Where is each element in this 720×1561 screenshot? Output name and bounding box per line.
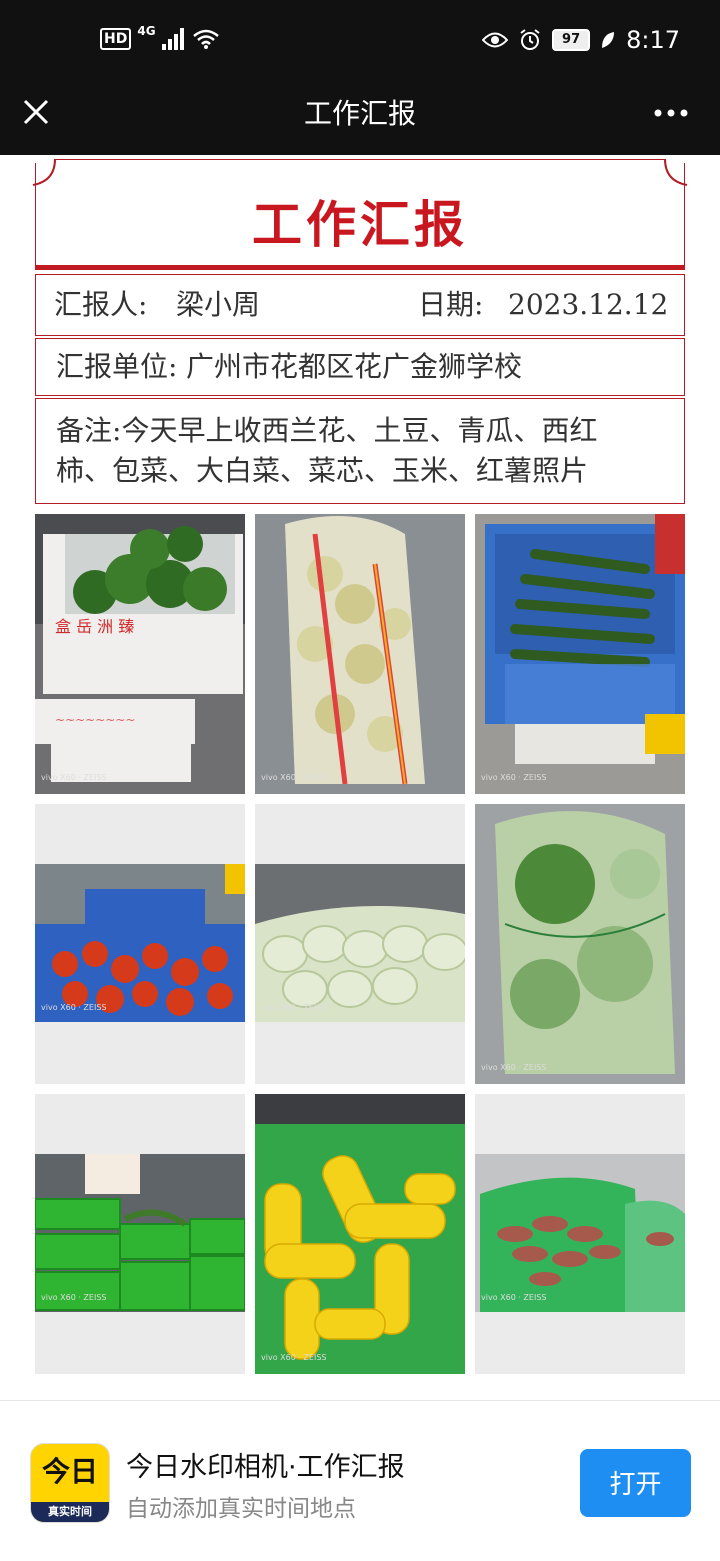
photo-watermark: vivo X60 · ZEISS (261, 1353, 327, 1362)
chinese-cabbage-photo[interactable]: vivo X60 · ZEISS (255, 804, 465, 1084)
photo-watermark: vivo X60 · ZEISS (481, 773, 547, 782)
promo-subtitle: 自动添加真实时间地点 (126, 1496, 356, 1522)
signal-icon (161, 28, 184, 50)
title-divider (35, 265, 685, 270)
sweet-potato-photo[interactable]: vivo X60 · ZEISS (475, 1094, 685, 1374)
report-title: 工作汇报 (252, 195, 468, 254)
title-top-border (55, 159, 665, 160)
app-icon-label: 今日 (41, 1455, 98, 1488)
nav-bar: 工作汇报 (0, 84, 720, 155)
alarm-icon (520, 29, 540, 50)
reporter-name: 梁小周 (176, 288, 261, 321)
more-icon[interactable] (654, 108, 688, 118)
photo-watermark: vivo X60 · ZEISS (261, 1003, 327, 1012)
corn-image (255, 1094, 465, 1374)
cabbage-photo[interactable]: vivo X60 · ZEISS (475, 804, 685, 1084)
remark-text-1: 今天早上收西兰花、土豆、青瓜、西红 (121, 414, 598, 447)
photo-watermark: vivo X60 · ZEISS (41, 1003, 107, 1012)
cucumber-image (475, 514, 685, 794)
choy-sum-photo[interactable]: vivo X60 · ZEISS (35, 1094, 245, 1374)
photo-watermark: vivo X60 · ZEISS (41, 1293, 107, 1302)
svg-text:~~~~~~~~: ~~~~~~~~ (55, 713, 135, 727)
report-date: 2023.12.12 (508, 288, 669, 321)
remark-label: 备注: (56, 414, 122, 447)
unit-name: 广州市花都区花广金狮学校 (186, 350, 523, 383)
unit-label: 汇报单位: (56, 350, 178, 383)
nav-title: 工作汇报 (303, 97, 416, 130)
unit-row: 汇报单位: 广州市花都区花广金狮学校 (35, 338, 685, 396)
sweet-potato-image (475, 1094, 685, 1374)
photo-watermark: vivo X60 · ZEISS (41, 773, 107, 782)
remark-row: 备注:今天早上收西兰花、土豆、青瓜、西红 柿、包菜、大白菜、菜芯、玉米、红薯照片 (35, 398, 685, 504)
photo-watermark: vivo X60 · ZEISS (481, 1063, 547, 1072)
broccoli-photo[interactable]: 盒 岳 洲 臻 ~~~~~~~~ vivo X60 · ZEISS (35, 514, 245, 794)
date-label: 日期: (418, 288, 484, 321)
chinese-cabbage-image (255, 804, 465, 1084)
network-type: 4G (137, 24, 156, 38)
eye-icon (482, 32, 509, 48)
app-promo-bar: 今日 真实时间 今日水印相机·工作汇报 自动添加真实时间地点 打开 (0, 1400, 720, 1561)
photo-watermark: vivo X60 · ZEISS (261, 773, 327, 782)
open-app-button[interactable]: 打开 (580, 1449, 691, 1517)
wifi-icon (192, 29, 219, 49)
tomato-photo[interactable]: vivo X60 · ZEISS (35, 804, 245, 1084)
clock-time: 8:17 (626, 26, 680, 54)
status-bar: HD 4G 97 8:17 (0, 0, 720, 84)
choy-sum-image (35, 1094, 245, 1374)
hd-indicator: HD (100, 28, 132, 50)
cucumber-photo[interactable]: vivo X60 · ZEISS (475, 514, 685, 794)
status-right: 97 8:17 (482, 26, 680, 54)
potato-photo[interactable]: vivo X60 · ZEISS (255, 514, 465, 794)
remark-line-1: 备注:今天早上收西兰花、土豆、青瓜、西红 (56, 411, 597, 451)
photo-watermark: vivo X60 · ZEISS (481, 1293, 547, 1302)
watermark-camera-app-icon[interactable]: 今日 真实时间 (30, 1443, 110, 1523)
broccoli-image: 盒 岳 洲 臻 ~~~~~~~~ (35, 514, 245, 794)
reporter-row: 汇报人: 梁小周 日期: 2023.12.12 (35, 274, 685, 336)
app-icon-subtitle: 真实时间 (31, 1502, 109, 1522)
corn-photo[interactable]: vivo X60 · ZEISS (255, 1094, 465, 1374)
cabbage-image (475, 804, 685, 1084)
status-left: HD 4G (100, 24, 220, 50)
reporter-label: 汇报人: (54, 288, 148, 321)
title-box: 工作汇报 (35, 163, 685, 266)
leaf-icon (602, 32, 615, 48)
remark-line-2: 柿、包菜、大白菜、菜芯、玉米、红薯照片 (56, 454, 589, 487)
potato-image (255, 514, 465, 794)
promo-title[interactable]: 今日水印相机·工作汇报 (126, 1445, 405, 1484)
photo-grid: 盒 岳 洲 臻 ~~~~~~~~ vivo X60 · ZEISS vivo X… (35, 514, 687, 1374)
svg-text:盒 岳 洲 臻: 盒 岳 洲 臻 (55, 617, 134, 636)
tomato-image (35, 804, 245, 1084)
battery-indicator: 97 (552, 29, 591, 51)
